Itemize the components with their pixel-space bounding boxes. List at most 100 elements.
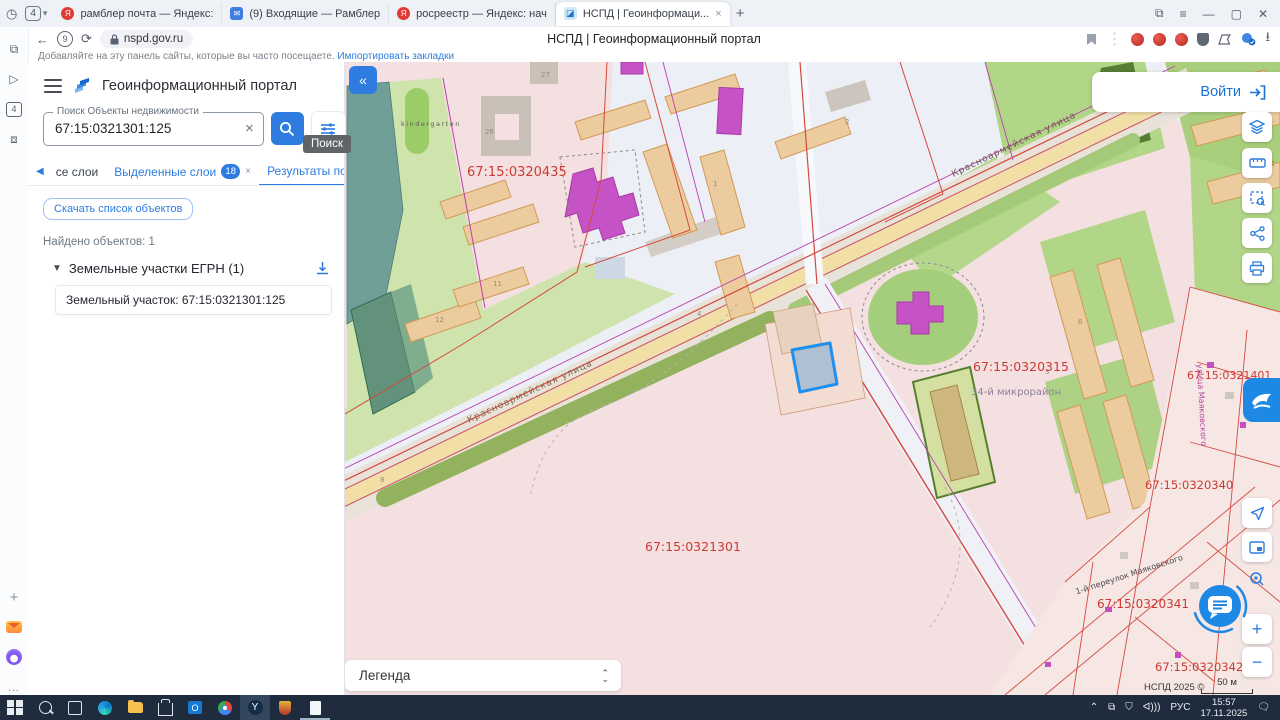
alice-assistant-icon[interactable] xyxy=(6,649,22,665)
tab-panel-icon[interactable]: ⧉ xyxy=(1155,6,1164,21)
maximize-icon[interactable]: ▢ xyxy=(1231,7,1242,21)
bookmark-icon[interactable] xyxy=(1086,33,1097,46)
sync-profile-icon[interactable] xyxy=(1241,32,1256,46)
start-button[interactable] xyxy=(0,695,30,720)
yandex-favicon: Я xyxy=(397,7,410,20)
chevron-down-icon: ▼ xyxy=(52,263,62,274)
legend-dropdown[interactable]: Легенда ⌃⌄ xyxy=(345,660,621,691)
app-crest-icon[interactable] xyxy=(270,695,300,720)
browser-tab-active[interactable]: ◪ НСПД | Геоинформаци... × xyxy=(556,2,730,26)
flag-icon[interactable] xyxy=(1218,33,1232,45)
rambler-counter-icon[interactable]: 9 xyxy=(57,31,73,47)
locate-me-button[interactable] xyxy=(1242,498,1272,528)
tab-title: НСПД | Геоинформаци... xyxy=(583,8,709,20)
scale-rule xyxy=(1201,689,1253,694)
yandex-browser-icon[interactable]: Y xyxy=(240,695,270,720)
download-group-icon[interactable] xyxy=(315,261,330,276)
chat-widget-button[interactable] xyxy=(1192,578,1248,634)
print-tool-button[interactable] xyxy=(1242,253,1272,283)
map-canvas[interactable]: kindergarten 67:15:0320435 67:15:0320315… xyxy=(345,62,1280,695)
tab-selected-layers[interactable]: Выделенные слои 18 × xyxy=(106,158,259,185)
notification-center-icon[interactable]: 🗨 xyxy=(1257,702,1270,713)
new-tab-button[interactable]: + xyxy=(736,5,745,22)
address-bar-actions: ⋮ ⭳ xyxy=(1086,28,1280,50)
collapse-panel-button[interactable]: « xyxy=(349,66,377,94)
layers-tool-button[interactable] xyxy=(1242,112,1272,142)
refresh-icon[interactable]: ⟳ xyxy=(81,31,92,47)
taskbar-search-button[interactable] xyxy=(30,695,60,720)
url-text: nspd.gov.ru xyxy=(124,33,183,45)
share-tool-button[interactable] xyxy=(1242,218,1272,248)
browser-tab-3[interactable]: Я росреестр — Яндекс: нач xyxy=(389,3,556,25)
browser-tab-2[interactable]: ✉ (9) Входящие — Рамблер xyxy=(222,3,389,25)
svg-text:8: 8 xyxy=(380,476,384,484)
import-bookmarks-link[interactable]: Импортировать закладки xyxy=(337,51,454,62)
edge-icon[interactable] xyxy=(90,695,120,720)
microsoft-store-icon[interactable] xyxy=(150,695,180,720)
history-clock-icon[interactable]: ◷ xyxy=(6,6,17,22)
display-icon[interactable]: ⧉ xyxy=(1108,702,1115,713)
download-icon[interactable]: ⭳ xyxy=(1265,28,1270,50)
more-dots-icon[interactable]: … xyxy=(6,679,22,695)
browser-tab-1[interactable]: Я рамблер почта — Яндекс: xyxy=(53,3,222,25)
svg-text:27: 27 xyxy=(541,71,550,79)
measure-tool-button[interactable] xyxy=(1242,148,1272,178)
yandex-favicon: Я xyxy=(61,7,74,20)
volume-icon[interactable]: ᐊ))) xyxy=(1143,702,1161,713)
select-area-tool-button[interactable] xyxy=(1242,183,1272,213)
tray-expand-icon[interactable]: ⌃ xyxy=(1090,702,1098,713)
close-tab-icon[interactable]: × xyxy=(245,166,251,177)
results-group-row[interactable]: ▼ Земельные участки ЕГРН (1) xyxy=(52,261,330,276)
tab-all-layers[interactable]: се слои xyxy=(48,158,107,185)
search-field[interactable]: Поиск Объекты недвижимости × xyxy=(43,112,264,146)
highlighted-parcel[interactable] xyxy=(792,343,837,392)
tab-count: 4 xyxy=(25,6,41,21)
mail-icon[interactable] xyxy=(6,619,22,635)
tabs-scroll-left-icon[interactable]: ◀ xyxy=(28,166,48,177)
tab-counter[interactable]: 4 ▾ xyxy=(25,6,47,21)
close-tab-icon[interactable]: × xyxy=(715,8,721,20)
window-controls: ⧉ ≡ — ▢ ✕ xyxy=(1155,6,1280,21)
minimize-icon[interactable]: — xyxy=(1203,7,1215,21)
browser-menu-icon[interactable]: ≡ xyxy=(1180,7,1187,21)
outlook-icon[interactable]: O xyxy=(180,695,210,720)
panel-tabs: ◀ се слои Выделенные слои 18 × Результат… xyxy=(28,158,344,186)
geoportal-panel: Геоинформационный портал Поиск Объекты н… xyxy=(28,62,345,695)
minimap-button[interactable] xyxy=(1242,532,1272,562)
video-play-icon[interactable]: ▷ xyxy=(6,71,22,87)
zoom-out-button[interactable]: − xyxy=(1242,647,1272,677)
search-button[interactable] xyxy=(271,112,304,145)
language-indicator[interactable]: РУС xyxy=(1170,702,1190,713)
chrome-icon[interactable] xyxy=(210,695,240,720)
notepad-icon[interactable] xyxy=(300,695,330,720)
parcel-result-item[interactable]: Земельный участок: 67:15:0321301:125 xyxy=(55,285,332,315)
nspd-favicon: ◪ xyxy=(564,7,577,20)
clear-search-icon[interactable]: × xyxy=(236,120,263,137)
url-field[interactable]: nspd.gov.ru xyxy=(100,30,193,48)
close-window-icon[interactable]: ✕ xyxy=(1258,7,1268,21)
svg-text:26: 26 xyxy=(485,128,494,136)
nspd-bird-icon xyxy=(1249,387,1275,413)
menu-burger-icon[interactable] xyxy=(44,79,62,93)
extension-icon-2[interactable] xyxy=(1153,33,1166,46)
sidebar-toggle-icon[interactable]: ⧉ xyxy=(6,41,22,57)
screenshot-icon[interactable]: ⧈ xyxy=(6,131,22,147)
add-panel-icon[interactable]: + xyxy=(6,589,22,605)
extension-icon-1[interactable] xyxy=(1131,33,1144,46)
network-icon[interactable]: ⛉ xyxy=(1125,702,1133,713)
task-view-button[interactable] xyxy=(60,695,90,720)
print-icon xyxy=(1249,261,1265,276)
clock[interactable]: 15:57 17.11.2025 xyxy=(1200,697,1247,719)
login-bar[interactable]: Войти xyxy=(1092,72,1280,112)
search-tooltip: Поиск xyxy=(303,135,351,153)
tabs-counter-tile[interactable]: 4 xyxy=(6,101,22,117)
map-container[interactable]: kindergarten 67:15:0320435 67:15:0320315… xyxy=(345,62,1280,695)
download-objects-list-button[interactable]: Скачать список объектов xyxy=(43,198,193,220)
nspd-logo-button[interactable] xyxy=(1243,378,1280,422)
file-explorer-icon[interactable] xyxy=(120,695,150,720)
extension-icon-3[interactable] xyxy=(1175,33,1188,46)
search-input[interactable] xyxy=(44,121,236,136)
adblock-shield-icon[interactable] xyxy=(1197,33,1209,46)
back-icon[interactable]: ← xyxy=(36,32,49,47)
tab-search-results[interactable]: Результаты поиска 1 × xyxy=(259,158,344,186)
